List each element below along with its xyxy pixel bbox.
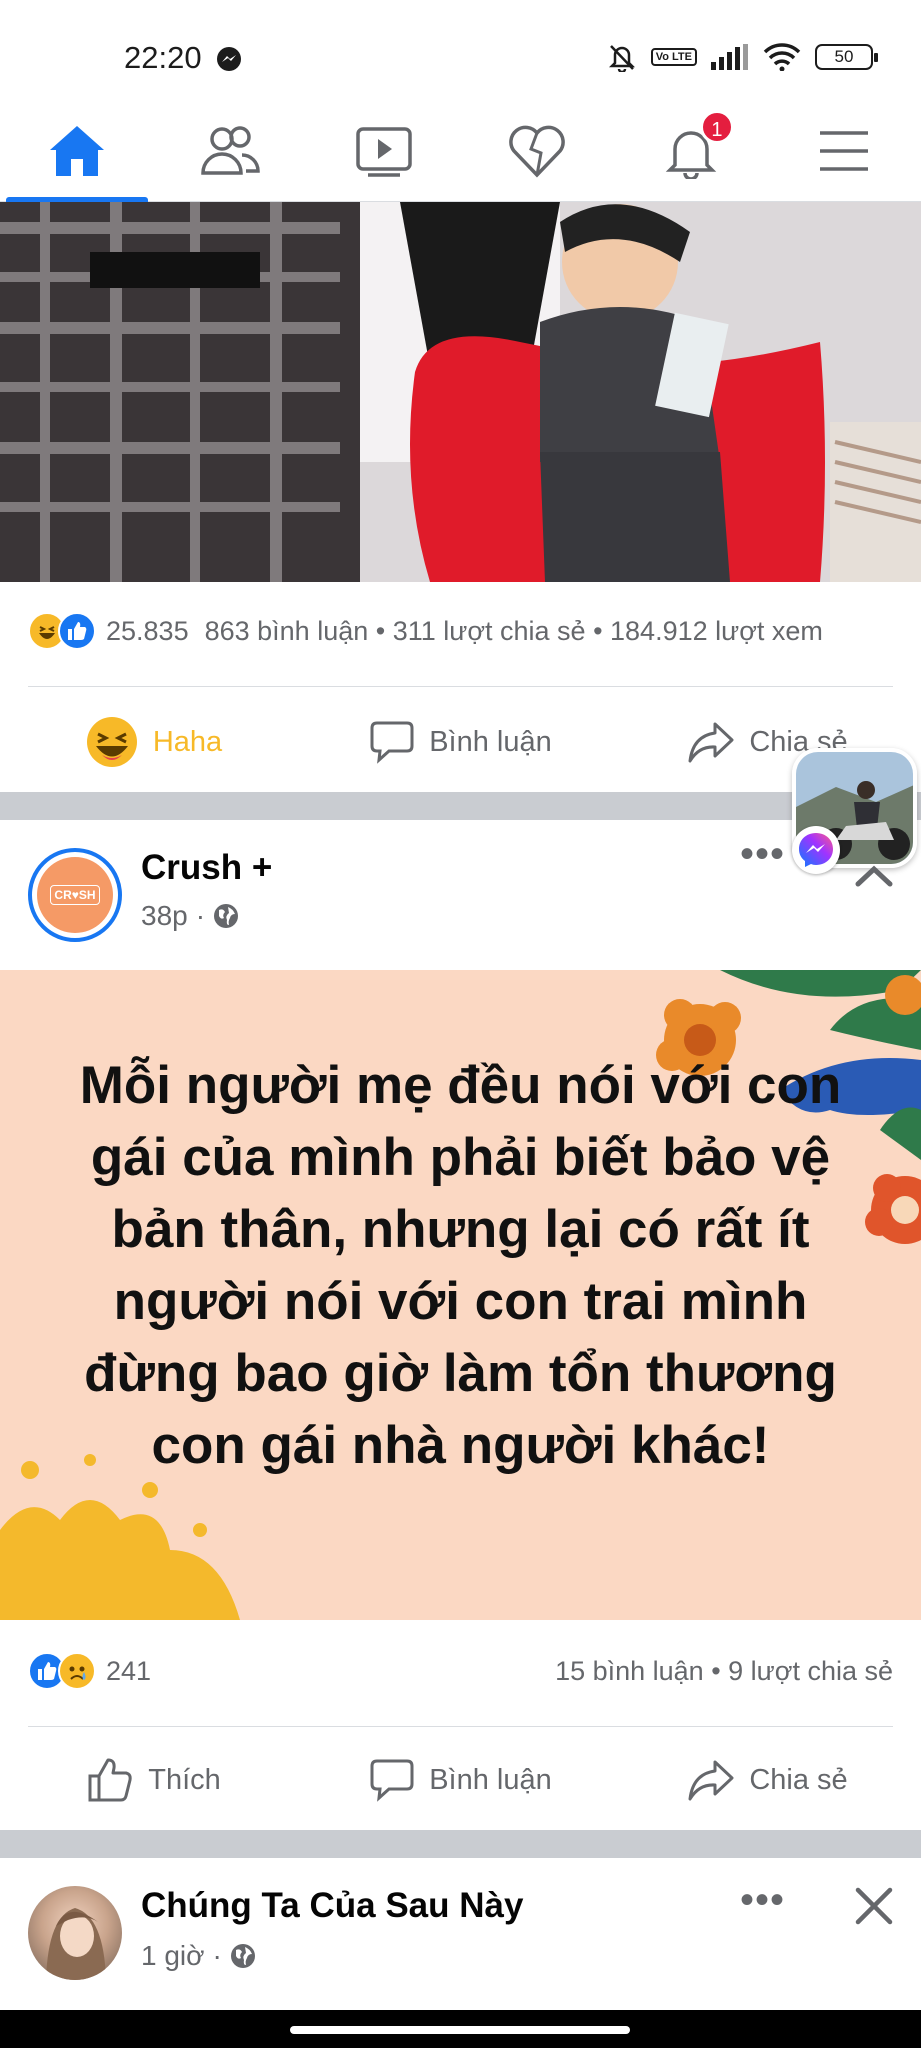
post1-stats: 863 bình luận • 311 lượt chia sẻ • 184.9…: [204, 615, 823, 646]
nav-notifications[interactable]: 1: [614, 100, 768, 201]
like-reaction-icon: [58, 612, 96, 650]
quote-text: Mỗi người mẹ đều nói với con gái của mìn…: [79, 1056, 842, 1475]
messenger-icon: [799, 833, 833, 867]
post2-header: CR♥SH Crush + 38p · •••: [0, 822, 921, 962]
home-icon: [49, 125, 104, 176]
meta-dot: ·: [212, 1940, 222, 1971]
haha-label: Haha: [152, 725, 223, 758]
post2-image[interactable]: Mỗi người mẹ đều nói với con gái của mìn…: [0, 970, 921, 1620]
status-icons: Vo LTE 50: [607, 42, 878, 72]
messenger-badge: [792, 826, 840, 874]
signal-icon: [711, 44, 748, 70]
divider: [28, 1726, 893, 1727]
like-label: Thích: [148, 1763, 221, 1796]
post2-reaction-summary[interactable]: 241: [28, 1652, 151, 1690]
comment-button[interactable]: Bình luận: [307, 692, 614, 792]
post2-reaction-count: 241: [106, 1655, 152, 1686]
thumbs-up-icon: [88, 1758, 132, 1802]
post2-action-bar: Thích Bình luận Chia sẻ: [0, 1730, 921, 1830]
notification-badge: 1: [699, 110, 734, 144]
divider: [28, 686, 893, 687]
share-label: Chia sẻ: [749, 1763, 848, 1796]
post-meta: 1 giờ ·: [141, 1940, 256, 1972]
nav-watch[interactable]: [307, 100, 461, 201]
post-time[interactable]: 1 giờ: [141, 1940, 205, 1972]
close-icon[interactable]: [854, 1886, 894, 1926]
comment-label: Bình luận: [429, 725, 552, 758]
comment-label: Bình luận: [429, 1763, 552, 1796]
nav-dating[interactable]: [461, 100, 615, 201]
sad-reaction-icon: [58, 1652, 96, 1690]
status-bar: 22:20 Vo LTE 50: [0, 0, 921, 110]
share-icon: [688, 1760, 734, 1801]
avatar-logo-text: CR♥SH: [50, 885, 100, 905]
mute-icon: [608, 45, 635, 72]
haha-button[interactable]: Haha: [0, 692, 307, 792]
post-author-name[interactable]: Chúng Ta Của Sau Này: [141, 1886, 523, 1926]
feed-separator: [0, 1830, 921, 1858]
heart-icon: [509, 125, 566, 178]
post3-header: Chúng Ta Của Sau Này 1 giờ · •••: [0, 1858, 921, 2010]
share-icon: [688, 722, 734, 763]
page-avatar[interactable]: [28, 1886, 122, 1980]
friends-icon: [201, 125, 261, 175]
post2-more-options-icon[interactable]: •••: [740, 832, 785, 877]
avatar-portrait: [46, 1908, 106, 1980]
video-frame-illustration: [0, 202, 921, 582]
post-author-name[interactable]: Crush +: [141, 848, 272, 888]
post-video[interactable]: [0, 202, 921, 582]
hamburger-menu-icon: [820, 130, 869, 171]
like-button[interactable]: Thích: [0, 1730, 307, 1830]
comment-icon: [370, 1759, 414, 1802]
globe-icon: [214, 904, 239, 928]
volte-icon: Vo LTE: [650, 48, 697, 66]
post3-more-options-icon[interactable]: •••: [740, 1878, 785, 1923]
post1-action-bar: Haha Bình luận Chia sẻ: [0, 692, 921, 792]
post2-stats[interactable]: 15 bình luận • 9 lượt chia sẻ: [555, 1656, 893, 1687]
top-nav-bar: 1: [0, 100, 921, 202]
haha-icon: [86, 717, 137, 767]
video-icon: [356, 126, 412, 177]
post-time[interactable]: 38p: [141, 900, 188, 932]
chevron-up-icon: [855, 865, 893, 887]
share-button[interactable]: Chia sẻ: [614, 1730, 921, 1830]
comment-icon: [370, 721, 414, 764]
battery-indicator: 50: [815, 44, 878, 70]
nav-menu[interactable]: [768, 100, 921, 201]
status-time: 22:20: [124, 40, 202, 75]
meta-dot: ·: [195, 900, 206, 931]
feed-separator: [0, 792, 921, 820]
globe-icon: [230, 1944, 255, 1968]
post1-reaction-summary[interactable]: 25.835 863 bình luận • 311 lượt chia sẻ …: [28, 612, 823, 650]
wifi-icon: [763, 43, 801, 71]
nav-home[interactable]: [0, 100, 154, 202]
gesture-bar: [0, 2010, 921, 2048]
post-meta: 38p ·: [141, 900, 239, 932]
page-avatar[interactable]: CR♥SH: [28, 848, 122, 942]
comment-button[interactable]: Bình luận: [307, 1730, 614, 1830]
nav-friends[interactable]: [154, 100, 308, 201]
home-indicator-pill[interactable]: [290, 2026, 630, 2034]
post1-reaction-count: 25.835: [106, 615, 189, 646]
messenger-notification-icon: [217, 47, 241, 71]
